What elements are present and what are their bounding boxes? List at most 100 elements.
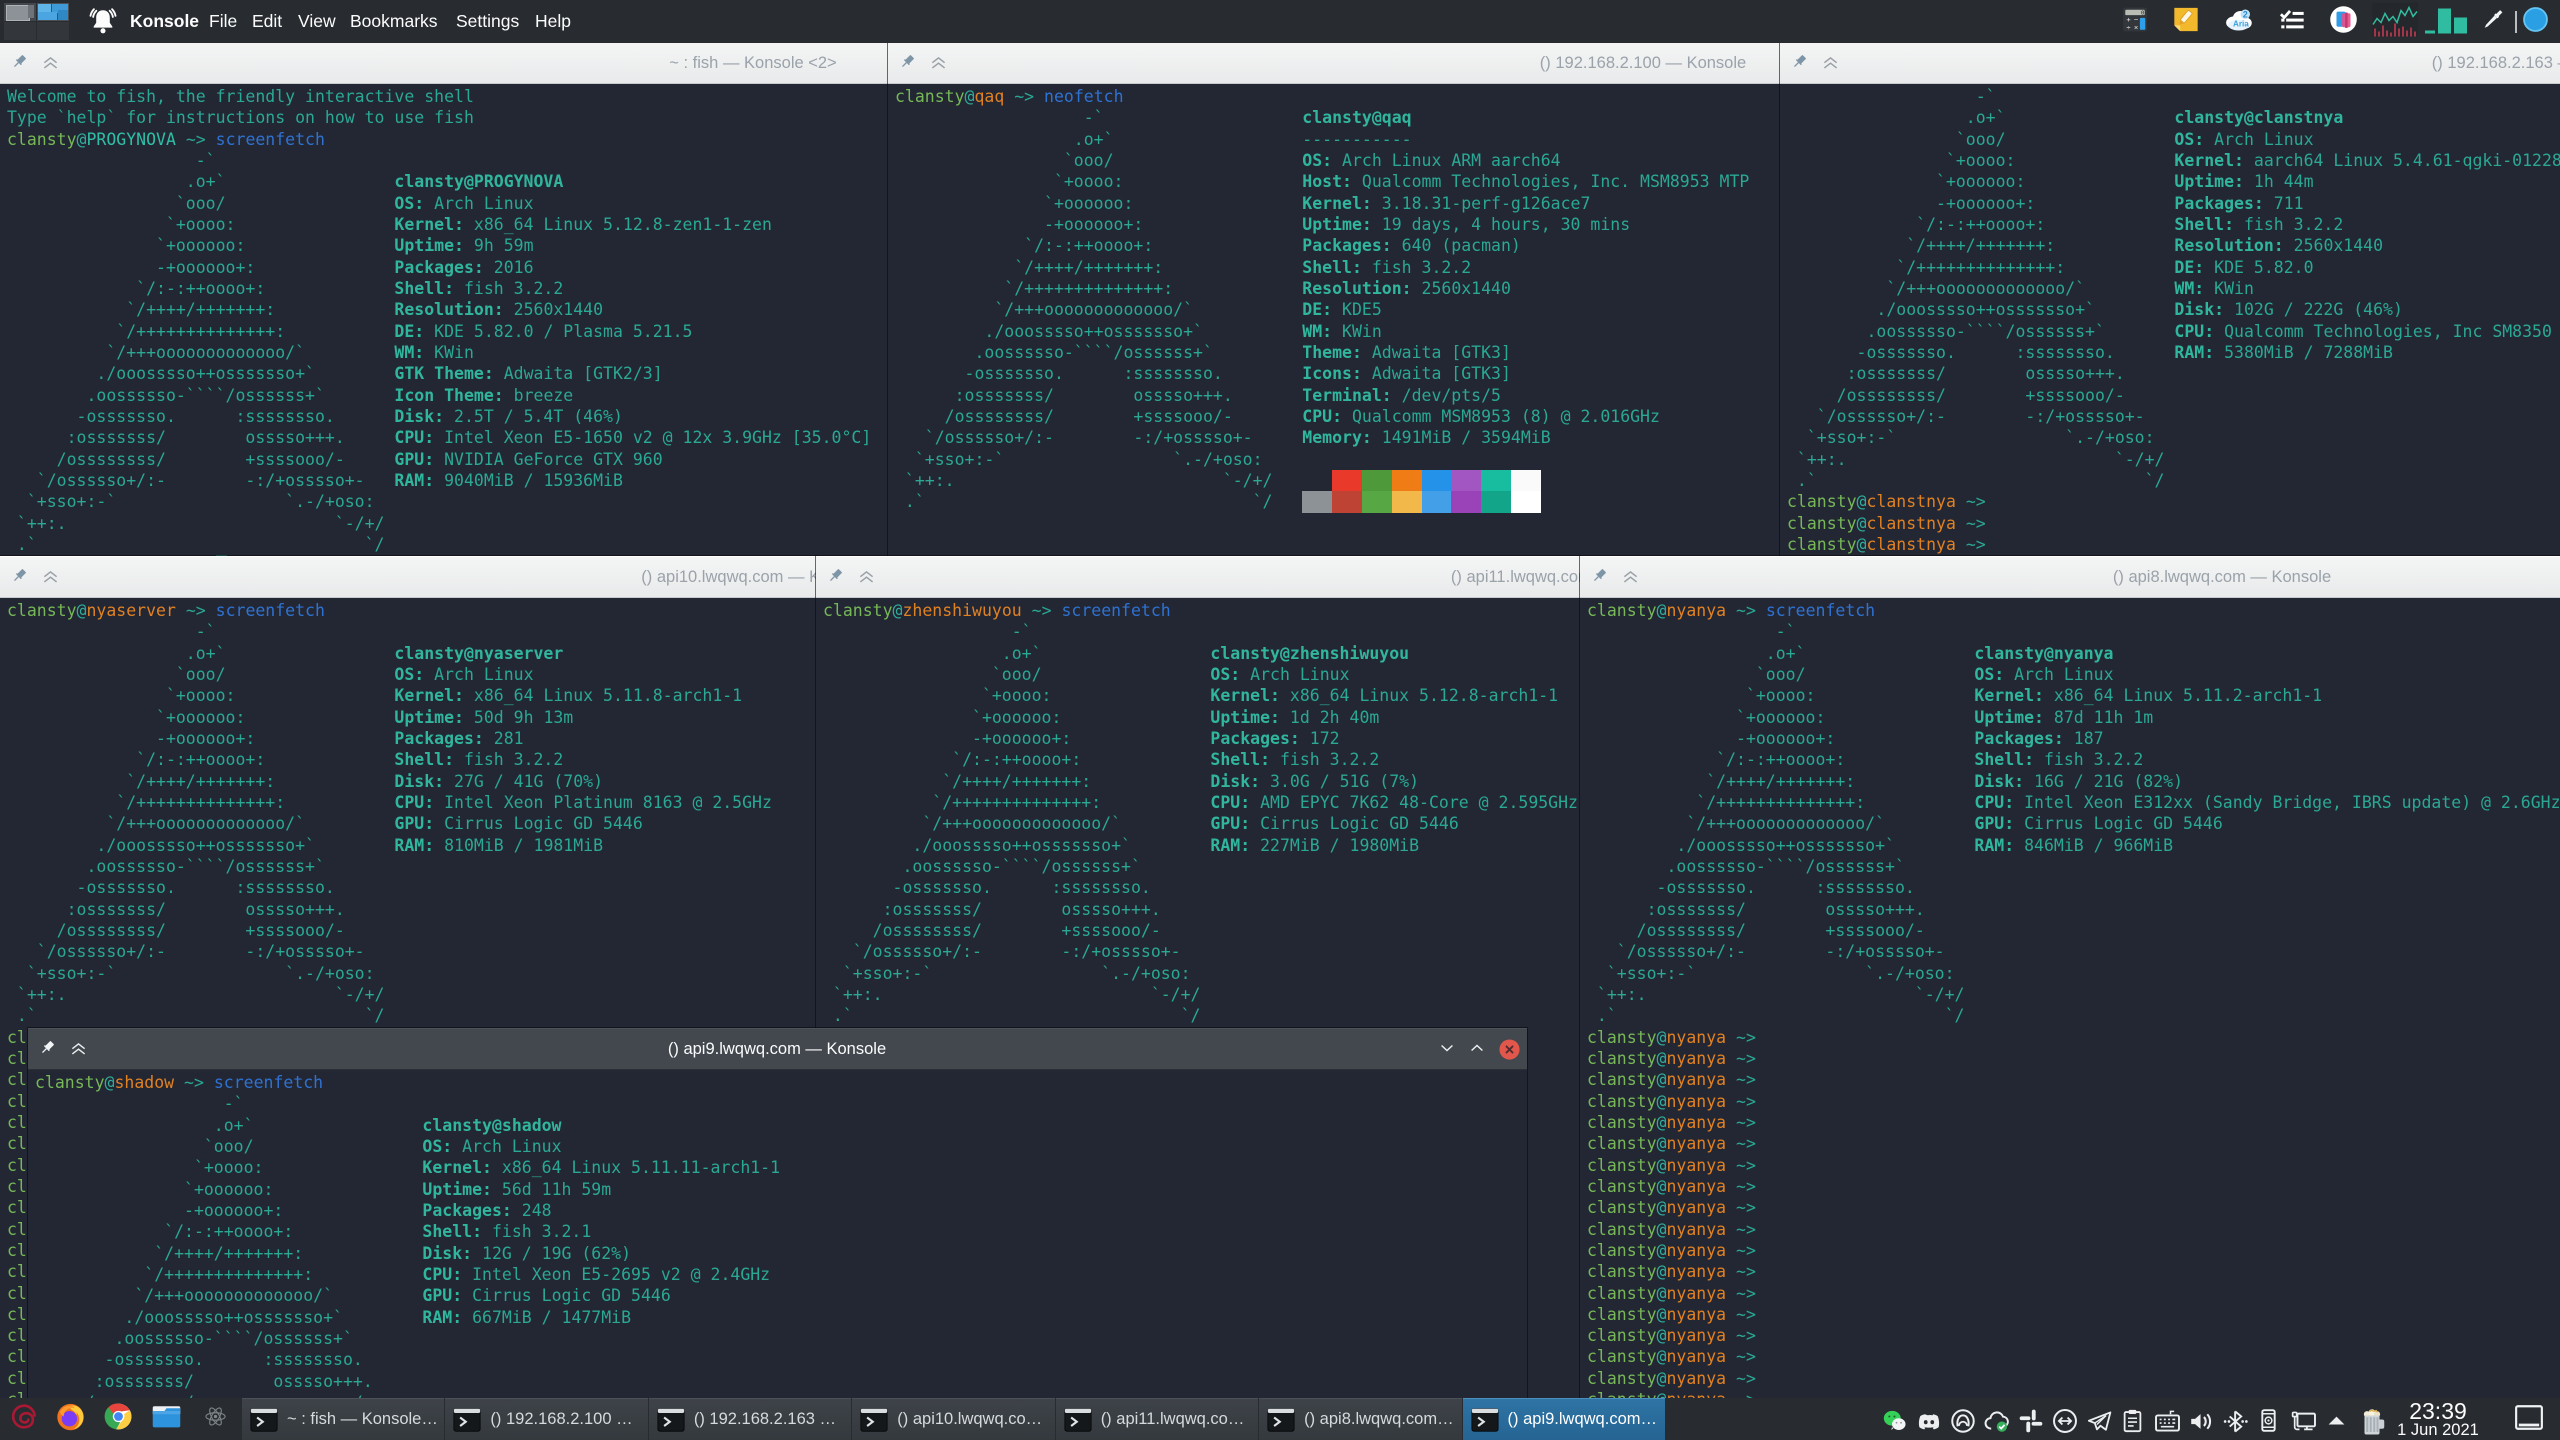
screen-share-tray-icon[interactable] bbox=[2289, 1407, 2313, 1431]
palette-block bbox=[1451, 470, 1481, 491]
history-graph-widget[interactable] bbox=[2372, 2, 2418, 41]
bluetooth-tray-icon[interactable] bbox=[2221, 1407, 2245, 1431]
minimize-button[interactable] bbox=[1437, 1038, 1459, 1060]
task-button-1[interactable]: ~ : fish — Konsole <2> bbox=[242, 1398, 444, 1440]
task-button-2[interactable]: () 192.168.2.100 — Konsole bbox=[445, 1398, 647, 1440]
rollup-button[interactable] bbox=[40, 52, 62, 74]
pager-window bbox=[38, 12, 57, 20]
virtual-desktop-pager[interactable] bbox=[4, 3, 70, 40]
app-launcher-swirl[interactable] bbox=[9, 1402, 39, 1437]
slack-tray-icon[interactable] bbox=[2017, 1407, 2041, 1431]
telegram-tray-icon[interactable] bbox=[2085, 1407, 2109, 1431]
rollup-button[interactable] bbox=[856, 566, 878, 588]
color-picker-icon bbox=[2479, 5, 2507, 33]
clipboard-tray-icon[interactable] bbox=[2119, 1407, 2143, 1431]
window-titlebar[interactable]: () api9.lwqwq.com — Konsole bbox=[28, 1028, 1527, 1070]
blue-dot-widget[interactable] bbox=[2522, 6, 2549, 38]
menu-help[interactable]: Help bbox=[535, 0, 571, 43]
terminal-view[interactable]: Welcome to fish, the friendly interactiv… bbox=[0, 84, 888, 556]
window-titlebar[interactable]: () 192.168.2.163 — Konsole bbox=[1780, 42, 2560, 84]
task-button-4[interactable]: () api10.lwqwq.com — Konsole bbox=[852, 1398, 1054, 1440]
task-button-6[interactable]: () api8.lwqwq.com — Konsole bbox=[1259, 1398, 1461, 1440]
konsole-icon bbox=[1470, 1405, 1500, 1435]
terminal-view[interactable]: clansty@nyanya ~> screenfetch -` .o+` cl… bbox=[1580, 598, 2560, 1398]
pin-button[interactable] bbox=[1590, 566, 1612, 588]
desktop: { "menubar": { "app_menu": "Konsole", "i… bbox=[0, 0, 2560, 1440]
privacy-hood-tray-icon[interactable] bbox=[1949, 1407, 1973, 1431]
menu-settings[interactable]: Settings bbox=[456, 0, 519, 43]
rollup-button[interactable] bbox=[68, 1038, 90, 1060]
task-button-3[interactable]: () 192.168.2.163 — Konsole bbox=[649, 1398, 851, 1440]
load-bars-widget[interactable] bbox=[2424, 4, 2468, 39]
pin-button[interactable] bbox=[38, 1038, 60, 1060]
beer-mug-tray-icon[interactable] bbox=[2357, 1407, 2381, 1431]
window-titlebar[interactable]: () api8.lwqwq.com — Konsole bbox=[1580, 556, 2560, 598]
kdeconnect-phone-icon bbox=[2255, 1407, 2282, 1434]
window-titlebar[interactable]: ~ : fish — Konsole <2> bbox=[0, 42, 888, 84]
kdeconnect-phone-tray-icon[interactable] bbox=[2255, 1407, 2279, 1431]
terminal-view[interactable]: -` .o+` clansty@clanstnya `ooo/ OS: Arch… bbox=[1780, 84, 2560, 556]
wechat-tray-icon[interactable] bbox=[1881, 1407, 1905, 1431]
rollup-button[interactable] bbox=[1620, 566, 1642, 588]
menu-konsole[interactable]: Konsole bbox=[130, 0, 199, 43]
window-titlebar[interactable]: () 192.168.2.100 — Konsole bbox=[888, 42, 1780, 84]
pager-desktop-4[interactable] bbox=[37, 22, 69, 40]
chrome-launcher[interactable] bbox=[103, 1401, 134, 1437]
menu-edit[interactable]: Edit bbox=[252, 0, 282, 43]
digital-clock[interactable]: 23:391 Jun 2021 bbox=[2392, 1400, 2484, 1439]
pager-desktop-2[interactable] bbox=[37, 3, 69, 21]
task-button-5[interactable]: () api11.lwqwq.com — Konsole bbox=[1056, 1398, 1258, 1440]
applet-divider bbox=[2515, 11, 2517, 33]
file-manager-launcher[interactable] bbox=[150, 1400, 183, 1438]
pager-desktop-3[interactable] bbox=[4, 22, 36, 40]
pin-button[interactable] bbox=[10, 566, 32, 588]
task-label: () 192.168.2.163 — Konsole bbox=[694, 1410, 851, 1429]
rollup-button[interactable] bbox=[40, 566, 62, 588]
task-button-7[interactable]: () api9.lwqwq.com — Konsole bbox=[1463, 1398, 1665, 1440]
beer-mug-icon bbox=[2357, 1407, 2387, 1437]
sticky-note-widget[interactable] bbox=[2172, 5, 2200, 38]
window-clanstnya: () 192.168.2.163 — Konsole -` .o+` clans… bbox=[1780, 42, 2560, 556]
rollup-button[interactable] bbox=[1820, 52, 1842, 74]
task-label: ~ : fish — Konsole <2> bbox=[287, 1410, 444, 1429]
menu-bookmarks[interactable]: Bookmarks bbox=[350, 0, 438, 43]
notification-bell[interactable] bbox=[86, 6, 116, 36]
palette-block bbox=[1332, 491, 1362, 512]
menu-view[interactable]: View bbox=[298, 0, 336, 43]
show-desktop-button[interactable] bbox=[2514, 1404, 2545, 1433]
task-label: () api11.lwqwq.com — Konsole bbox=[1101, 1410, 1258, 1429]
pin-button[interactable] bbox=[1790, 52, 1812, 74]
konsole-icon bbox=[249, 1405, 279, 1435]
terminal-view[interactable]: clansty@qaq ~> neofetch -` clansty@qaq .… bbox=[888, 84, 1780, 556]
window-titlebar[interactable]: () api10.lwqwq.com — Konsole bbox=[0, 556, 816, 598]
window-titlebar[interactable]: () api11.lwqwq.com — Konsole bbox=[816, 556, 1580, 598]
pin-button[interactable] bbox=[10, 52, 32, 74]
rollup-button[interactable] bbox=[928, 52, 950, 74]
expand-caret-tray-icon[interactable] bbox=[2323, 1407, 2347, 1431]
pin-button[interactable] bbox=[898, 52, 920, 74]
terminal-view[interactable]: clansty@shadow ~> screenfetch -` .o+` cl… bbox=[28, 1070, 1527, 1398]
pager-window bbox=[28, 5, 34, 18]
close-button[interactable] bbox=[1498, 1038, 1520, 1060]
firefox-launcher[interactable] bbox=[54, 1400, 87, 1438]
minimize-icon bbox=[1437, 1038, 1457, 1058]
terminal-text: Welcome to fish, the friendly interactiv… bbox=[0, 84, 888, 556]
color-picker-widget[interactable] bbox=[2479, 5, 2507, 38]
cloud-sync-tray-icon[interactable] bbox=[1983, 1407, 2007, 1431]
menu-file[interactable]: File bbox=[209, 0, 237, 43]
pager-desktop-1[interactable] bbox=[4, 3, 36, 21]
todo-checklist-widget[interactable] bbox=[2278, 5, 2306, 38]
updates-tray-icon[interactable] bbox=[2051, 1407, 2075, 1431]
discord-tray-icon[interactable] bbox=[1915, 1407, 1939, 1431]
pin-icon bbox=[10, 566, 29, 585]
pin-button[interactable] bbox=[826, 566, 848, 588]
volume-tray-icon[interactable] bbox=[2187, 1407, 2211, 1431]
keyboard-tray-icon[interactable] bbox=[2153, 1407, 2177, 1431]
dictionary-widget[interactable] bbox=[2329, 5, 2358, 39]
aria2-cloud-widget[interactable]: Aria2 bbox=[2222, 4, 2254, 39]
svg-text:÷: ÷ bbox=[2126, 22, 2130, 31]
volume-icon bbox=[2187, 1407, 2216, 1436]
system-settings-launcher[interactable] bbox=[203, 1404, 228, 1434]
maximize-button[interactable] bbox=[1467, 1038, 1489, 1060]
calculator-widget[interactable]: 0+−÷× bbox=[2122, 6, 2148, 37]
